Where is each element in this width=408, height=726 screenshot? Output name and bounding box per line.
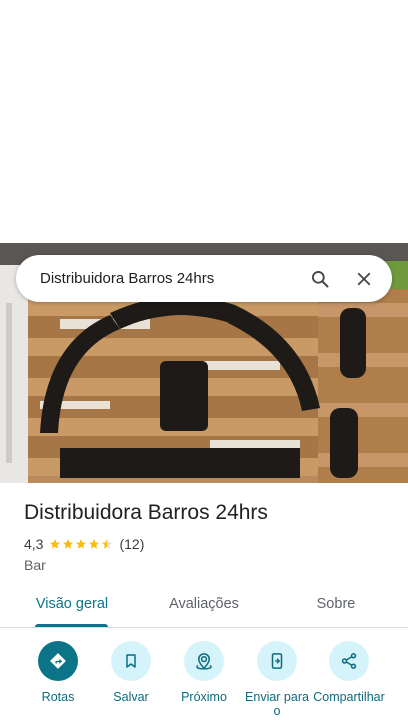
tab-about[interactable]: Sobre	[288, 586, 384, 628]
nearby-icon[interactable]	[184, 641, 224, 681]
star-icon	[63, 539, 74, 549]
rating-row[interactable]: 4,3 (12)	[24, 536, 144, 552]
nearby-label: Próximo	[181, 690, 227, 704]
star-icon	[50, 539, 61, 549]
map-blank-area	[0, 0, 408, 243]
review-count[interactable]: (12)	[119, 536, 144, 552]
close-icon[interactable]	[344, 259, 384, 299]
tab-overview[interactable]: Visão geral	[24, 586, 120, 628]
send-to-phone-icon[interactable]	[257, 641, 297, 681]
place-category[interactable]: Bar	[24, 557, 46, 573]
action-buttons: Rotas Salvar Próximo Enviar para o Compa…	[0, 641, 408, 726]
bookmark-icon[interactable]	[111, 641, 151, 681]
search-icon[interactable]	[300, 259, 340, 299]
search-bar[interactable]: Distribuidora Barros 24hrs	[16, 255, 392, 302]
star-rating	[49, 538, 113, 550]
directions-button[interactable]: Rotas	[21, 641, 95, 704]
active-tab-indicator	[35, 624, 108, 627]
search-input[interactable]: Distribuidora Barros 24hrs	[40, 270, 300, 287]
save-label: Salvar	[113, 690, 149, 704]
star-icon	[89, 539, 100, 549]
nearby-button[interactable]: Próximo	[167, 641, 241, 704]
share-label: Compartilhar	[313, 690, 385, 704]
send-to-phone-label: Enviar para o	[245, 690, 309, 718]
place-title: Distribuidora Barros 24hrs	[24, 501, 268, 524]
share-button[interactable]: Compartilhar	[312, 641, 386, 704]
save-button[interactable]: Salvar	[94, 641, 168, 704]
send-to-phone-button[interactable]: Enviar para o	[240, 641, 314, 718]
star-icon	[76, 539, 87, 549]
share-icon[interactable]	[329, 641, 369, 681]
tab-reviews[interactable]: Avaliações	[156, 586, 252, 628]
directions-icon[interactable]	[38, 641, 78, 681]
directions-label: Rotas	[41, 690, 75, 704]
tab-bar: Visão geral Avaliações Sobre	[0, 586, 408, 628]
half-star-icon	[102, 539, 113, 549]
rating-value: 4,3	[24, 536, 44, 552]
